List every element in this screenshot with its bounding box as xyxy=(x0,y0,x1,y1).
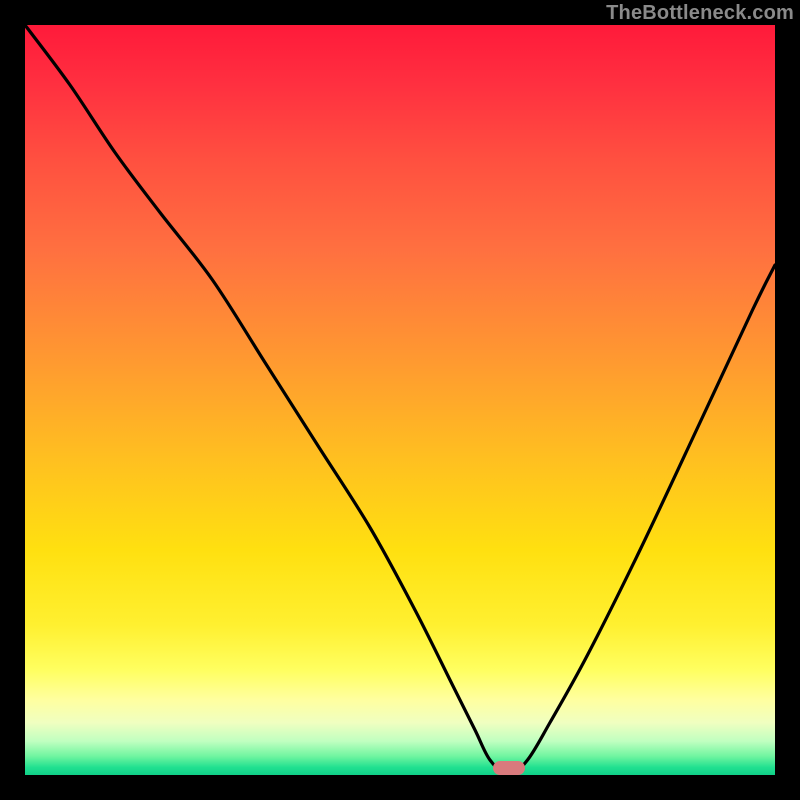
watermark-text: TheBottleneck.com xyxy=(606,2,794,25)
optimal-marker xyxy=(493,761,525,775)
chart-frame: TheBottleneck.com xyxy=(0,0,800,800)
bottleneck-curve xyxy=(25,25,775,775)
